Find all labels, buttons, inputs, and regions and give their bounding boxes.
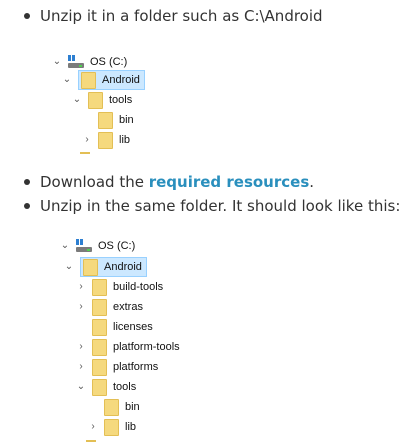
bullet-download: Download the required resources. (24, 172, 314, 192)
bullet-text: Unzip in the same folder. It should look… (40, 197, 401, 215)
tree-node-tools[interactable]: ⌄ tools (72, 90, 132, 110)
folder-icon (92, 318, 107, 336)
drive-icon (68, 55, 84, 69)
folder-icon (92, 338, 107, 356)
selected-row[interactable]: Android (80, 257, 147, 277)
drive-label: OS (C:) (98, 240, 136, 252)
drive-icon (76, 239, 92, 253)
folder-label: Android (104, 261, 142, 273)
bullet-text: Download the (40, 173, 149, 191)
folder-label: tools (113, 381, 137, 393)
tree-node-licenses[interactable]: licenses (92, 317, 153, 337)
chevron-right-icon[interactable]: › (88, 422, 98, 432)
folder-icon (92, 358, 107, 376)
chevron-down-icon[interactable]: ⌄ (62, 75, 72, 85)
folder-label: lib (125, 421, 137, 433)
folder-label: tools (109, 94, 133, 106)
chevron-right-icon[interactable]: › (76, 302, 86, 312)
folder-label: Android (102, 74, 140, 86)
folder-edge (80, 152, 90, 154)
tree-node-android[interactable]: ⌄ Android (62, 70, 145, 90)
chevron-down-icon[interactable]: ⌄ (64, 262, 74, 272)
folder-label: lib (119, 134, 131, 146)
tree-node-lib[interactable]: › lib (88, 417, 136, 437)
folder-label: bin (125, 401, 140, 413)
tree-node-build-tools[interactable]: › build-tools (76, 277, 163, 297)
tree-node-bin[interactable]: bin (98, 110, 134, 130)
chevron-right-icon[interactable]: › (76, 362, 86, 372)
chevron-right-icon[interactable]: › (76, 342, 86, 352)
bullet-dot (24, 202, 30, 209)
tree-node-bin[interactable]: bin (104, 397, 140, 417)
folder-label: build-tools (113, 281, 164, 293)
chevron-down-icon[interactable]: ⌄ (76, 382, 86, 392)
tree-node-lib[interactable]: › lib (82, 130, 130, 150)
chevron-right-icon[interactable]: › (82, 135, 92, 145)
chevron-down-icon[interactable]: ⌄ (72, 95, 82, 105)
folder-icon (98, 111, 113, 129)
tree-node-platforms[interactable]: › platforms (76, 357, 158, 377)
folder-icon (104, 398, 119, 416)
folder-icon (81, 71, 96, 89)
chevron-down-icon[interactable]: ⌄ (52, 57, 62, 67)
selected-row[interactable]: Android (78, 70, 145, 90)
tree-node-platform-tools[interactable]: › platform-tools (76, 337, 180, 357)
required-resources-link[interactable]: required resources (149, 173, 310, 191)
tree-node-android[interactable]: ⌄ Android (64, 257, 147, 277)
folder-icon (88, 91, 103, 109)
folder-label: licenses (113, 321, 153, 333)
tree-node-tools[interactable]: ⌄ tools (76, 377, 136, 397)
bullet-text: . (309, 173, 315, 191)
tree-node-drive[interactable]: ⌄ OS (C:) (52, 52, 127, 72)
chevron-down-icon[interactable]: ⌄ (60, 241, 70, 251)
tree-node-extras[interactable]: › extras (76, 297, 143, 317)
bullet-text: Unzip it in a folder such as C:\Android (40, 7, 323, 25)
bullet-dot (24, 12, 30, 19)
folder-icon (92, 278, 107, 296)
folder-icon (92, 378, 107, 396)
folder-edge (86, 440, 96, 442)
folder-icon (104, 418, 119, 436)
tree-node-drive[interactable]: ⌄ OS (C:) (60, 236, 135, 256)
folder-icon (83, 258, 98, 276)
folder-icon (92, 298, 107, 316)
bullet-unzip-same: Unzip in the same folder. It should look… (24, 196, 400, 216)
drive-label: OS (C:) (90, 56, 128, 68)
folder-label: extras (113, 301, 143, 313)
bullet-unzip-folder: Unzip it in a folder such as C:\Android (24, 6, 323, 26)
folder-label: platforms (113, 361, 159, 373)
folder-label: platform-tools (113, 341, 180, 353)
folder-label: bin (119, 114, 134, 126)
folder-icon (98, 131, 113, 149)
chevron-right-icon[interactable]: › (76, 282, 86, 292)
bullet-dot (24, 178, 30, 185)
